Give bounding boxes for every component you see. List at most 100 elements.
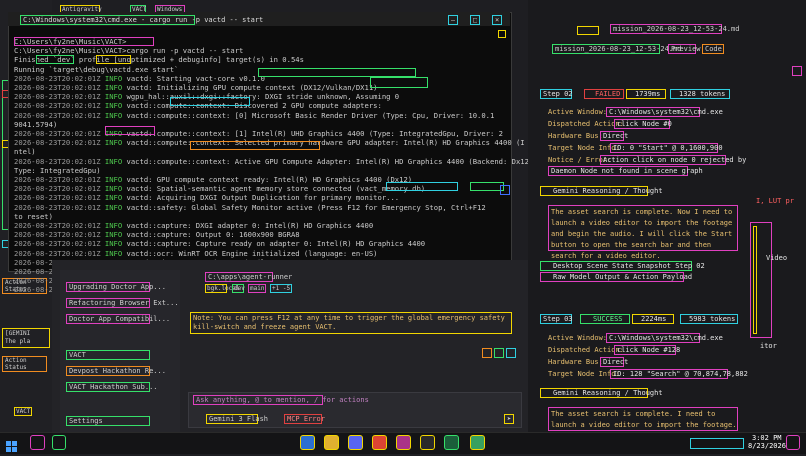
terminal-text: vactd::compute::context: [1] Intel(R) UH… — [126, 129, 503, 138]
chip-diff[interactable]: +1 -5 — [270, 284, 292, 293]
close-icon: × — [495, 16, 500, 24]
terminal-text: vactd: Spatial-semantic agent memory sto… — [126, 184, 426, 194]
desktop-label-vact-bottom[interactable]: VACT — [14, 407, 32, 416]
chat-input[interactable]: Ask anything, @ to mention, / for action… — [193, 395, 369, 405]
start-button[interactable] — [6, 437, 17, 452]
terminal-timestamp: 2026-08-23T20:02:01Z — [14, 248, 105, 258]
step2-gemini-header[interactable]: Gemini Reasoning / Thought — [540, 186, 663, 196]
terminal-level: INFO — [104, 138, 127, 148]
chat-action-1[interactable] — [482, 348, 492, 358]
taskbar-discord[interactable] — [348, 435, 363, 450]
terminal-line: 2026-08-23T20:02:01Z INFO vactd: GPU com… — [14, 175, 412, 184]
mcp-status[interactable]: MCP Error — [284, 414, 325, 424]
sidebar-conversation-item[interactable]: Settings — [66, 416, 150, 426]
step3-gemini-header[interactable]: Gemini Reasoning / Thought — [540, 388, 663, 398]
sidebar-conversation-item[interactable]: Upgrading Doctor App... — [66, 282, 166, 292]
path-chip[interactable]: C:\apps\agent-runner — [205, 272, 292, 282]
system-tray[interactable] — [690, 438, 744, 449]
overlay-box — [190, 141, 320, 150]
terminal-text: vactd::capture: Capture ready on adapter… — [126, 239, 426, 249]
send-icon: ➤ — [507, 415, 512, 423]
chat-action-3[interactable] — [506, 348, 516, 358]
overlay-box — [105, 126, 155, 135]
terminal-level: INFO — [104, 101, 127, 111]
taskbar-file-explorer[interactable] — [324, 435, 339, 450]
terminal-line: 2026-08-23T20:02:01Z INFO vactd::ocr: Wi… — [14, 249, 378, 258]
chip-dev[interactable]: dev — [232, 284, 245, 293]
sidebar-conversation-label: Upgrading Doctor App... — [69, 283, 166, 291]
scrollbar-up[interactable] — [498, 30, 506, 38]
terminal-line: 2026-08-23T20:02:01Z INFO vactd::compute… — [14, 157, 529, 166]
sidebar-conversation-item[interactable]: Devpost Hackathon Re... — [66, 366, 166, 376]
step2-active-window: C:\Windows\system32\cmd.exe — [606, 107, 723, 117]
terminal-timestamp: 2026-08-23T20:02:01Z — [14, 202, 105, 212]
side-preview-bar — [753, 226, 757, 334]
send-button[interactable]: ➤ — [504, 414, 514, 424]
step2-raw[interactable]: Raw Model Output & Action Payload — [540, 272, 692, 282]
overlay-box — [370, 77, 428, 88]
side-label-lut: I, LUT pr — [756, 197, 794, 205]
sidebar-conversation-item[interactable]: VACT — [66, 350, 150, 360]
close-button[interactable]: × — [492, 15, 502, 25]
model-selector[interactable]: Gemini 3 Flash — [206, 414, 268, 424]
terminal-timestamp: 2026-08-23T20:02:01Z — [14, 230, 105, 240]
terminal-text: 9041.5794) — [14, 119, 58, 129]
tab-preview-top[interactable] — [577, 26, 599, 35]
maximize-icon: □ — [473, 16, 478, 24]
taskbar-app-5[interactable] — [396, 435, 411, 450]
step2-snapshot[interactable]: Desktop Scene State Snapshot Step 02 — [540, 261, 705, 271]
tab-mission-file-1[interactable]: mission_2026-08-23_12-53-24.md — [610, 24, 739, 34]
terminal-text: vactd::safety: Global Safety Monitor act… — [126, 202, 486, 212]
tab-mission-file-2[interactable]: mission_2026-08-23_12-53-24.md — [552, 44, 681, 54]
step3-active-window: C:\Windows\system32\cmd.exe — [606, 333, 723, 343]
terminal-level: INFO — [104, 193, 127, 203]
notification-button[interactable] — [786, 435, 800, 450]
taskbar-terminal[interactable] — [444, 435, 459, 450]
chip-host[interactable]: bgk.local — [205, 284, 240, 293]
step2-hardware: Direct — [600, 131, 628, 141]
terminal-text: wgpu_hal::auxil::dxgi::factory: DXGI str… — [126, 92, 400, 102]
taskbar-chrome[interactable] — [372, 435, 387, 450]
taskbar-search[interactable] — [30, 435, 45, 450]
tab-preview[interactable]: Preview — [668, 44, 701, 54]
taskbar-app-8[interactable] — [470, 435, 485, 450]
terminal-line: Type: IntegratedGpu) — [14, 166, 101, 175]
sidebar-conversation-item[interactable]: VACT Hackathon Sub... — [66, 382, 158, 392]
side-label-itor: itor — [760, 342, 777, 350]
terminal-line: 2026-08-23T20:02:01Z INFO vactd::compute… — [14, 129, 503, 138]
right-edge-icon[interactable] — [792, 66, 802, 76]
clock-date: 8/23/2026 — [748, 442, 786, 450]
maximize-button[interactable]: □ — [470, 15, 480, 25]
taskbar-task-view[interactable] — [52, 435, 66, 450]
sidebar-conversation-item[interactable]: Doctor App Compatibil... — [66, 314, 170, 324]
step3-thought: The asset search is complete. I need to … — [548, 407, 738, 440]
chip-branch[interactable]: main — [248, 284, 266, 293]
overlay-gemini-plan: [GEMINI The pla — [2, 328, 50, 348]
taskbar-app-1[interactable] — [300, 435, 315, 450]
terminal-text: vactd::compute::context: Discovered 2 GP… — [126, 101, 382, 111]
terminal-timestamp: 2026-08-23T20:02:01Z — [14, 92, 105, 102]
overlay-box — [14, 37, 154, 46]
step2-notice-2: Daemon Node not found in scene graph — [548, 166, 703, 176]
terminal-timestamp: 2026-08-23T20:02:01Z — [14, 83, 105, 92]
step2-dispatched-label: Dispatched Action: — [548, 120, 624, 128]
step3-hardware: Direct — [600, 357, 628, 367]
minimize-button[interactable]: – — [448, 15, 458, 25]
overlay-action-status-2: Action Status — [2, 356, 47, 372]
step3-time: 2224ms — [632, 314, 674, 324]
terminal-level: INFO — [104, 248, 127, 258]
note-text: Note: You can press F12 at any time to t… — [193, 314, 505, 331]
chat-action-2[interactable] — [494, 348, 504, 358]
tab-code[interactable]: Code — [702, 44, 724, 54]
terminal-text: vactd::capture: DXGI adapter 0: Intel(R)… — [126, 221, 374, 230]
sidebar-conversation-item[interactable]: Refactoring Browser Ext... — [66, 298, 179, 308]
overlay-box — [36, 55, 74, 64]
terminal-line: 2026-08-23T20:02:01Z INFO vactd::capture… — [14, 230, 300, 239]
terminal-line: 2026-08-23T20:02:01Z INFO vactd: Startin… — [14, 74, 265, 83]
taskbar-app-6[interactable] — [420, 435, 435, 450]
terminal-level: INFO — [104, 156, 127, 166]
terminal-timestamp: 2026-08-23T20:02:01Z — [14, 193, 105, 203]
terminal-text: vactd: GPU compute context ready: Intel(… — [126, 175, 413, 184]
step2-tokens: 1328 tokens — [670, 89, 730, 99]
terminal-timestamp: 2026-08-23T20:02:01Z — [14, 221, 105, 230]
